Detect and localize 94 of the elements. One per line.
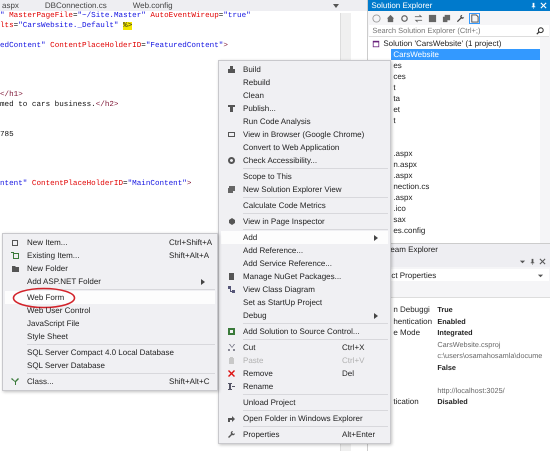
menu-item[interactable]: View Class Diagram: [221, 283, 388, 296]
editor-tab[interactable]: DBConnection.cs: [44, 1, 107, 10]
menu-item[interactable]: Add Service Reference...: [221, 257, 388, 270]
tree-item[interactable]: t: [391, 115, 540, 126]
caret-icon: [537, 272, 544, 278]
inspector-icon: [226, 217, 236, 226]
paste-icon: [226, 356, 236, 365]
menu-item[interactable]: SQL Server Database: [5, 359, 215, 372]
menu-item[interactable]: Scope to This: [221, 170, 388, 183]
existing-item-icon: [10, 251, 20, 260]
tree-item[interactable]: .aspx: [391, 170, 540, 181]
package-icon: [226, 272, 236, 281]
tree-item[interactable]: es.config: [391, 225, 540, 236]
dropdown-icon[interactable]: [519, 258, 526, 264]
tree-item[interactable]: Solution 'CarsWebsite' (1 project): [368, 38, 540, 49]
diagram-icon: [226, 285, 236, 294]
menu-item[interactable]: Existing Item... Shift+Alt+A: [5, 249, 215, 262]
menu-item[interactable]: Properties Alt+Enter: [221, 428, 388, 441]
menu-item[interactable]: New Solution Explorer View: [221, 183, 388, 196]
menu-item[interactable]: Calculate Code Metrics: [221, 199, 388, 212]
menu-item[interactable]: Publish...: [221, 102, 388, 115]
search-icon: [536, 27, 544, 35]
home-icon[interactable]: [386, 14, 396, 22]
menu-item[interactable]: Set as StartUp Project: [221, 296, 388, 309]
menu-item[interactable]: New Item... Ctrl+Shift+A: [5, 236, 215, 249]
scissors-icon: [226, 343, 236, 352]
menu-item[interactable]: Clean: [221, 89, 388, 102]
remove-icon: [226, 369, 236, 378]
menu-item[interactable]: SQL Server Compact 4.0 Local Database: [5, 346, 215, 359]
tree-item[interactable]: et: [391, 104, 540, 115]
publish-icon: [226, 104, 236, 113]
tree-item[interactable]: sax: [391, 214, 540, 225]
close-icon[interactable]: [539, 258, 546, 264]
property-name: e Mode: [393, 328, 420, 337]
sync-icon[interactable]: [414, 14, 424, 22]
new-item-icon: [10, 238, 20, 247]
menu-item[interactable]: Rebuild: [221, 76, 388, 89]
menu-item[interactable]: Cut Ctrl+X: [221, 341, 388, 354]
menu-item[interactable]: Class... Shift+Alt+C: [5, 375, 215, 388]
solution-icon: [372, 40, 380, 48]
menu-item[interactable]: Convert to Web Application: [221, 141, 388, 154]
editor-tab[interactable]: aspx: [2, 1, 19, 10]
copy-icon[interactable]: [442, 14, 452, 22]
property-name: tication: [393, 397, 419, 406]
menu-item[interactable]: Unload Project: [221, 396, 388, 409]
submenu-arrow-icon: [201, 278, 205, 284]
menu-item[interactable]: New Folder: [5, 262, 215, 275]
menu-item[interactable]: Web User Control: [5, 304, 215, 317]
menu-item[interactable]: Add Solution to Source Control...: [221, 325, 388, 338]
panel-tab[interactable]: eam Explorer: [390, 245, 438, 254]
submenu-arrow-icon: [374, 312, 378, 318]
submenu-arrow-icon: [374, 234, 378, 240]
wrench-icon: [226, 430, 236, 439]
wrench-icon[interactable]: [456, 14, 466, 22]
editor-tab[interactable]: Web.config: [132, 1, 173, 10]
preview-icon[interactable]: [470, 14, 480, 22]
source-control-icon: [226, 327, 236, 336]
tree-item[interactable]: .aspx: [391, 148, 540, 159]
menu-item[interactable]: Style Sheet: [5, 330, 215, 343]
window-icon: [226, 185, 236, 194]
tree-item[interactable]: es: [391, 60, 540, 71]
dropdown-icon[interactable]: [333, 4, 339, 8]
class-icon: [10, 377, 20, 386]
menu-item[interactable]: Add ASP.NET Folder: [5, 275, 215, 288]
menu-item[interactable]: Open Folder in Windows Explorer: [221, 412, 388, 425]
menu-item[interactable]: Check Accessibility...: [221, 154, 388, 167]
tree-item[interactable]: ces: [391, 71, 540, 82]
panel-title: Solution Explorer: [371, 1, 434, 10]
menu-item[interactable]: JavaScript File: [5, 317, 215, 330]
menu-item[interactable]: Add Reference...: [221, 244, 388, 257]
menu-item[interactable]: Add: [221, 231, 388, 244]
tree-item[interactable]: ta: [391, 93, 540, 104]
tree-item[interactable]: .ico: [391, 203, 540, 214]
pin-icon[interactable]: [529, 258, 536, 264]
tree-item[interactable]: nection.cs: [391, 181, 540, 192]
folder-arrow-icon: [226, 414, 236, 423]
menu-item[interactable]: Debug: [221, 309, 388, 322]
accessibility-icon: [226, 156, 236, 165]
tree-item[interactable]: n.aspx: [391, 159, 540, 170]
menu-item[interactable]: Build: [221, 63, 388, 76]
build-icon: [226, 65, 236, 74]
pin-icon[interactable]: [530, 2, 537, 9]
menu-item[interactable]: Run Code Analysis: [221, 115, 388, 128]
property-name: hentication: [393, 316, 432, 326]
menu-item[interactable]: View in Page Inspector: [221, 215, 388, 228]
folder-icon: [10, 264, 20, 273]
property-name: n Debuggi: [393, 305, 430, 314]
browser-icon: [226, 130, 236, 139]
menu-item[interactable]: Remove Del: [221, 367, 388, 380]
menu-item[interactable]: View in Browser (Google Chrome): [221, 128, 388, 141]
menu-item[interactable]: Rename: [221, 380, 388, 393]
tree-item[interactable]: t: [391, 82, 540, 93]
tree-item[interactable]: .aspx: [391, 192, 540, 203]
rename-icon: [226, 382, 236, 391]
